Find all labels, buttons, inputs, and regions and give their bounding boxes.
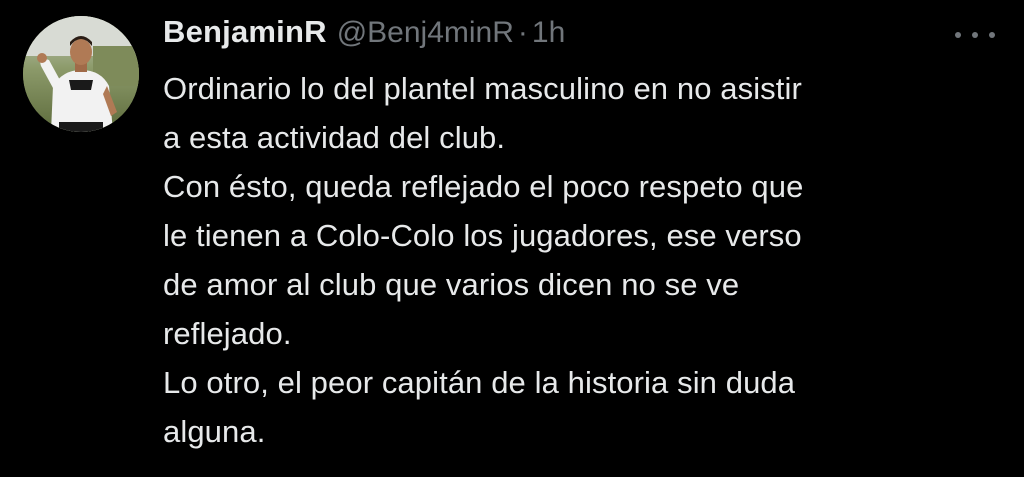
tweet-text-line: alguna. bbox=[163, 414, 266, 449]
tweet-text-line: Lo otro, el peor capitán de la historia … bbox=[163, 365, 796, 400]
tweet-text-line: de amor al club que varios dicen no se v… bbox=[163, 267, 740, 302]
tweet-text-line: Ordinario lo del plantel masculino en no… bbox=[163, 71, 802, 106]
profile-photo-icon bbox=[23, 16, 139, 132]
tweet-text-line: a esta actividad del club. bbox=[163, 120, 506, 155]
tweet-text-line: reflejado. bbox=[163, 316, 292, 351]
dot bbox=[955, 32, 961, 38]
tweet-timestamp[interactable]: 1h bbox=[532, 16, 565, 50]
dot bbox=[989, 32, 995, 38]
separator-dot: · bbox=[517, 16, 528, 49]
tweet-card: BenjaminR @Benj4minR · 1h Ordinario lo d… bbox=[0, 0, 1024, 477]
user-handle[interactable]: @Benj4minR bbox=[337, 16, 514, 50]
tweet-text-line: le tienen a Colo-Colo los jugadores, ese… bbox=[163, 218, 802, 253]
avatar[interactable] bbox=[23, 16, 139, 132]
tweet-header: BenjaminR @Benj4minR · 1h bbox=[163, 14, 565, 54]
display-name[interactable]: BenjaminR bbox=[163, 14, 327, 50]
tweet-text: Ordinario lo del plantel masculino en no… bbox=[163, 64, 1008, 456]
dot bbox=[972, 32, 978, 38]
more-horizontal-icon[interactable] bbox=[955, 30, 995, 40]
tweet-text-line: Con ésto, queda reflejado el poco respet… bbox=[163, 169, 804, 204]
